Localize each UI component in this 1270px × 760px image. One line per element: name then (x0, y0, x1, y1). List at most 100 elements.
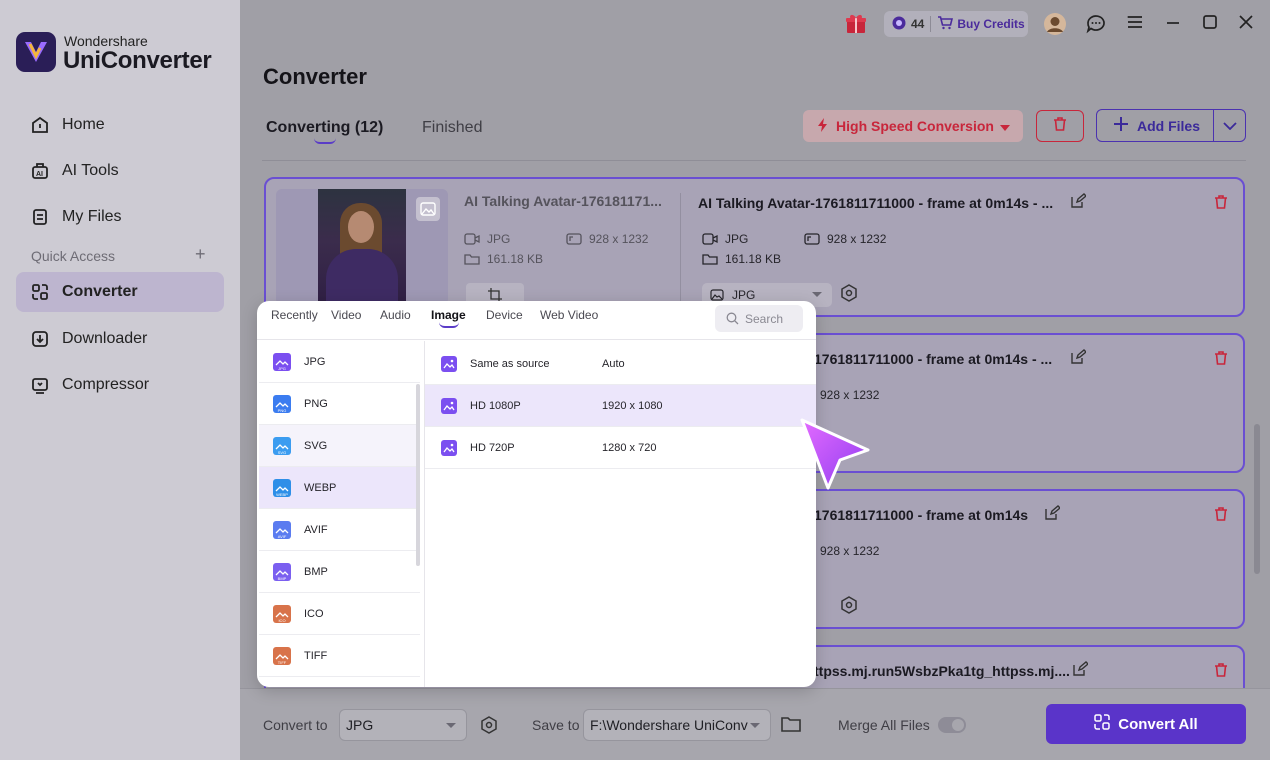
preset-item[interactable]: Same as source Auto (425, 343, 816, 385)
tab-image[interactable]: Image (431, 308, 466, 322)
image-type-icon (416, 197, 440, 221)
app-logo (16, 32, 56, 72)
trash-icon (1051, 115, 1069, 138)
add-files-button[interactable]: Add Files (1096, 109, 1246, 142)
delete-file-icon[interactable] (1212, 349, 1230, 372)
thumbnail (276, 189, 448, 305)
edit-name-icon[interactable] (1044, 505, 1062, 526)
merge-toggle[interactable] (938, 717, 966, 733)
convert-to-select[interactable]: JPG (339, 709, 467, 741)
ico-format-icon: ICO (273, 604, 291, 623)
add-quick-access-icon[interactable]: + (195, 244, 206, 265)
open-folder-icon[interactable] (781, 715, 801, 738)
format-list-scrollbar[interactable] (416, 384, 420, 566)
sidebar: Wondershare UniConverter Home AI AI Tool… (0, 0, 240, 760)
format-item-svg[interactable]: SVG SVG (259, 425, 420, 467)
sidebar-item-label: AI Tools (62, 162, 119, 179)
delete-file-icon[interactable] (1212, 505, 1230, 528)
sidebar-item-compressor[interactable]: Compressor (16, 365, 224, 405)
credits-panel[interactable]: 44 Buy Credits (884, 11, 1028, 37)
svg-text:BMP: BMP (278, 576, 287, 581)
image-preset-icon (441, 439, 457, 456)
delete-all-button[interactable] (1036, 110, 1084, 142)
downloader-icon (18, 319, 62, 359)
output-settings-icon[interactable] (840, 284, 858, 307)
video-icon (464, 233, 480, 245)
tab-converting[interactable]: Converting (12) (266, 119, 383, 137)
delete-file-icon[interactable] (1212, 661, 1230, 684)
sidebar-item-ai-tools[interactable]: AI AI Tools (16, 151, 224, 191)
tab-video[interactable]: Video (331, 308, 361, 322)
convert-all-button[interactable]: Convert All (1046, 704, 1246, 744)
sidebar-item-converter[interactable]: Converter (16, 272, 224, 312)
edit-name-icon[interactable] (1070, 349, 1088, 370)
file-card[interactable]: AI Talking Avatar-176181171... JPG 928 x… (264, 177, 1245, 317)
folder-icon (464, 254, 480, 265)
preset-name: Same as source (470, 357, 550, 370)
image-preset-icon (441, 355, 457, 372)
tab-recently[interactable]: Recently (271, 308, 318, 322)
list-scrollbar[interactable] (1254, 424, 1260, 574)
tab-finished[interactable]: Finished (422, 119, 482, 137)
lightning-icon (816, 117, 830, 136)
thumbnail-image (318, 189, 406, 305)
output-resolution: 928 x 1232 (804, 232, 886, 246)
ai-tools-icon: AI (18, 151, 62, 191)
sidebar-item-label: My Files (62, 208, 122, 225)
webp-format-icon: WEBP (273, 478, 291, 497)
edit-name-icon[interactable] (1072, 661, 1090, 682)
converter-icon (18, 272, 62, 312)
preset-value: 1920 x 1080 (602, 399, 663, 412)
add-files-main[interactable]: Add Files (1097, 116, 1213, 135)
output-format: JPG (702, 232, 748, 246)
my-files-icon (18, 197, 62, 237)
preset-name: HD 1080P (470, 399, 521, 412)
sidebar-item-my-files[interactable]: My Files (16, 197, 224, 237)
header-divider (262, 160, 1246, 161)
convert-all-label: Convert All (1118, 715, 1198, 733)
tab-web-video[interactable]: Web Video (540, 308, 598, 322)
format-item-bmp[interactable]: BMP BMP (259, 551, 420, 593)
preset-item[interactable]: HD 1080P 1920 x 1080 (425, 385, 816, 427)
close-icon[interactable] (1236, 12, 1256, 37)
home-icon (18, 105, 62, 145)
format-item-webp[interactable]: WEBP WEBP (259, 467, 420, 509)
format-item-jpg[interactable]: JPG JPG (259, 341, 420, 383)
bmp-format-icon: BMP (273, 562, 291, 581)
sidebar-item-label: Downloader (62, 330, 148, 347)
high-speed-conversion-button[interactable]: High Speed Conversion (803, 110, 1023, 142)
format-item-avif[interactable]: AVIF AVIF (259, 509, 420, 551)
sidebar-item-downloader[interactable]: Downloader (16, 319, 224, 359)
popup-divider (257, 339, 816, 340)
output-settings-icon[interactable] (840, 596, 858, 619)
format-item-tiff[interactable]: TIFF TIFF (259, 635, 420, 677)
tab-device[interactable]: Device (486, 308, 523, 322)
format-item-ico[interactable]: ICO ICO (259, 593, 420, 635)
tab-audio[interactable]: Audio (380, 308, 411, 322)
jpg-format-icon: JPG (273, 352, 291, 371)
feedback-icon[interactable] (1085, 12, 1107, 39)
maximize-icon[interactable] (1200, 12, 1220, 37)
avatar[interactable] (1043, 12, 1067, 41)
svg-text:AVIF: AVIF (278, 534, 287, 539)
gift-icon[interactable] (844, 12, 868, 41)
svg-format-icon: SVG (273, 436, 291, 455)
save-to-select[interactable]: F:\Wondershare UniConv (583, 709, 771, 741)
convert-settings-icon[interactable] (480, 716, 498, 739)
delete-file-icon[interactable] (1212, 193, 1230, 216)
caret-down-icon (999, 118, 1010, 134)
page-title: Converter (263, 64, 367, 89)
output-resolution: 928 x 1232 (820, 388, 880, 402)
preset-item[interactable]: HD 720P 1280 x 720 (425, 427, 816, 469)
tab-active-indicator (314, 138, 336, 144)
buy-credits-button[interactable]: Buy Credits (957, 17, 1024, 31)
preset-value: Auto (602, 357, 625, 370)
menu-icon[interactable] (1125, 12, 1145, 37)
minimize-icon[interactable] (1163, 12, 1183, 37)
add-files-dropdown-button[interactable] (1214, 121, 1245, 130)
edit-name-icon[interactable] (1070, 193, 1088, 214)
format-item-png[interactable]: PNG PNG (259, 383, 420, 425)
svg-text:WEBP: WEBP (276, 492, 288, 497)
format-search-input[interactable]: Search (715, 305, 803, 332)
sidebar-item-home[interactable]: Home (16, 105, 224, 145)
